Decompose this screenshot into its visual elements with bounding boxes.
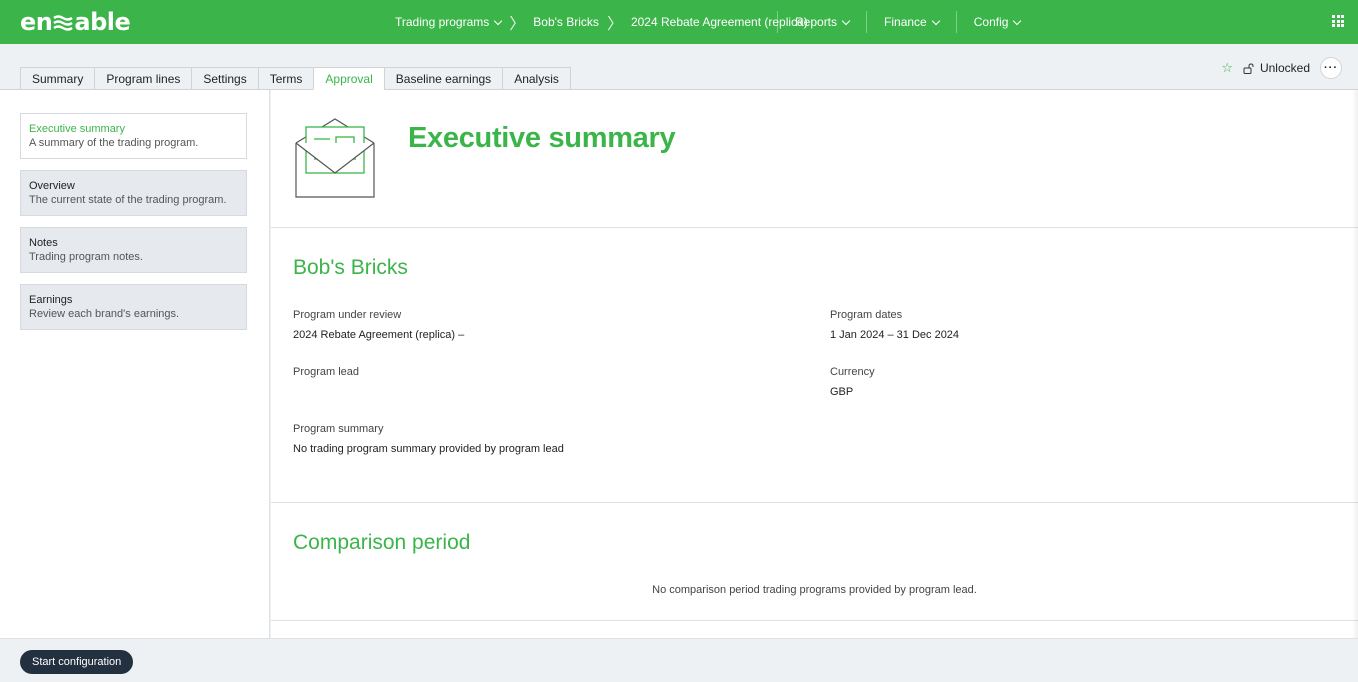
tab-baseline-earnings[interactable]: Baseline earnings [383, 67, 503, 90]
menu-reports[interactable]: Reports [777, 11, 866, 33]
start-configuration-button[interactable]: Start configuration [20, 650, 134, 674]
breadcrumb-label: Bob's Bricks [533, 15, 599, 29]
enable-logo[interactable]: en able [20, 8, 131, 36]
tab-approval[interactable]: Approval [313, 67, 384, 90]
currency-label: Currency [830, 366, 875, 378]
sidebar-item-description: The current state of the trading program… [29, 194, 227, 206]
chevron-down-icon [1013, 16, 1022, 25]
tab-summary[interactable]: Summary [20, 67, 95, 90]
tab-analysis[interactable]: Analysis [502, 67, 571, 90]
page-tools: ☆ Unlocked ··· [1221, 57, 1342, 79]
program-lead-label: Program lead [293, 366, 360, 378]
menu-label: Reports [795, 15, 838, 29]
program-dates-label: Program dates [830, 309, 903, 321]
scroll-shadow [1352, 90, 1358, 638]
envelope-document-icon [295, 118, 375, 198]
sidebar-item-notes[interactable]: Notes Trading program notes. [20, 227, 247, 273]
company-heading: Bob's Bricks [293, 256, 408, 279]
sidebar-item-overview[interactable]: Overview The current state of the tradin… [20, 170, 247, 216]
menu-finance[interactable]: Finance [866, 11, 956, 33]
program-under-review-value: 2024 Rebate Agreement (replica) – [293, 329, 465, 341]
program-summary-label: Program summary [293, 423, 384, 435]
sidebar-item-title: Earnings [29, 294, 73, 306]
sidebar-item-title: Executive summary [29, 123, 125, 135]
breadcrumb: Trading programs 〉 Bob's Bricks 〉 2024 R… [395, 0, 808, 44]
logo-text-left: en [20, 8, 53, 36]
currency-value: GBP [830, 386, 854, 398]
program-under-review-label: Program under review [293, 309, 402, 321]
tab-bar: Summary Program lines Settings Terms App… [20, 67, 571, 90]
comparison-empty-message: No comparison period trading programs pr… [652, 584, 977, 596]
breadcrumb-label: Trading programs [395, 15, 490, 29]
chevron-down-icon [931, 16, 940, 25]
section-divider [271, 620, 1358, 621]
main-content: Executive summary Bob's Bricks Program u… [271, 90, 1358, 638]
program-dates-value: 1 Jan 2024 – 31 Dec 2024 [830, 329, 960, 341]
sidebar-item-executive-summary[interactable]: Executive summary A summary of the tradi… [20, 113, 247, 159]
logo-text-right: able [74, 8, 131, 36]
program-summary-value: No trading program summary provided by p… [293, 443, 564, 455]
page-title: Executive summary [408, 122, 676, 154]
breadcrumb-separator-icon: 〉 [509, 16, 526, 33]
logo-wave-icon [53, 15, 74, 31]
comparison-period-heading: Comparison period [293, 531, 471, 554]
star-icon[interactable]: ☆ [1221, 60, 1233, 76]
tab-settings[interactable]: Settings [191, 67, 258, 90]
sidebar-item-description: Trading program notes. [29, 251, 143, 263]
sidebar-item-description: Review each brand's earnings. [29, 308, 180, 320]
section-sidebar: Executive summary A summary of the tradi… [0, 90, 270, 638]
chevron-down-icon [841, 16, 851, 25]
menu-label: Finance [884, 15, 927, 29]
sidebar-item-title: Overview [29, 180, 75, 192]
top-nav-bar: en able Trading programs 〉 Bob's Bricks … [0, 0, 1358, 44]
menu-config[interactable]: Config [955, 11, 1038, 33]
sidebar-item-title: Notes [29, 237, 58, 249]
section-divider [271, 502, 1358, 503]
breadcrumb-trading-programs[interactable]: Trading programs [395, 15, 503, 29]
lock-status-label: Unlocked [1259, 61, 1310, 75]
footer-bar: Start configuration [0, 638, 1358, 682]
breadcrumb-separator-icon: 〉 [606, 16, 623, 33]
tab-terms[interactable]: Terms [257, 67, 314, 90]
menu-label: Config [973, 15, 1009, 29]
more-icon[interactable]: ··· [1320, 57, 1342, 79]
chevron-down-icon [494, 16, 503, 25]
sidebar-item-earnings[interactable]: Earnings Review each brand's earnings. [20, 284, 247, 330]
section-divider [271, 227, 1358, 228]
main-menu: Reports Finance Config [777, 0, 1037, 44]
sidebar-item-description: A summary of the trading program. [29, 137, 199, 149]
tab-program-lines[interactable]: Program lines [94, 67, 192, 90]
unlock-icon [1243, 62, 1254, 74]
lock-toggle[interactable]: Unlocked [1243, 61, 1310, 75]
breadcrumb-company[interactable]: Bob's Bricks [533, 15, 599, 29]
apps-grid-icon[interactable] [1332, 15, 1344, 27]
